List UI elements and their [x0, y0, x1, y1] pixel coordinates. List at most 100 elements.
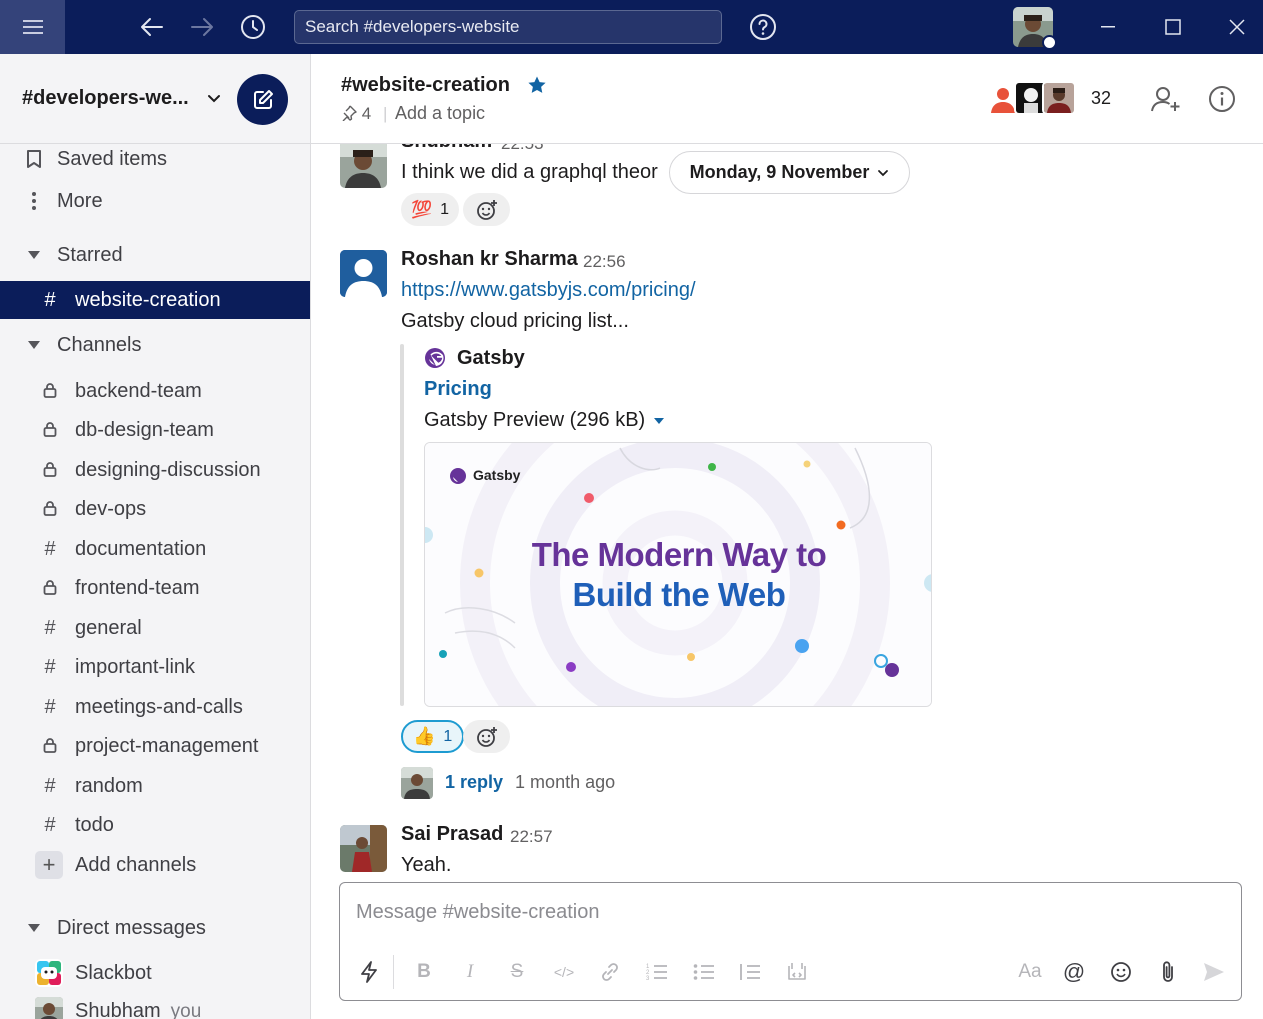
star-icon[interactable] — [527, 75, 547, 100]
more-vertical-icon — [22, 189, 46, 213]
sidebar-item-todo[interactable]: # todo — [0, 807, 310, 845]
link-preview-image[interactable]: Gatsby The Modern Way to Build the Web — [424, 442, 932, 707]
avatar[interactable] — [340, 250, 387, 297]
svg-text:3: 3 — [646, 976, 650, 981]
mention-icon[interactable]: @ — [1061, 959, 1087, 985]
sidebar-item-website-creation[interactable]: # website-creation — [0, 281, 310, 319]
code-icon[interactable]: </> — [551, 959, 577, 985]
member-count[interactable]: 32 — [1091, 88, 1111, 109]
sidebar-item-dev-ops[interactable]: dev-ops — [0, 491, 310, 529]
lock-icon — [40, 497, 60, 522]
bold-icon[interactable]: B — [411, 959, 437, 985]
dm-item-slackbot[interactable]: Slackbot — [0, 954, 310, 992]
message-list: Shubham 22:53 I think we did a graphql t… — [311, 144, 1263, 879]
avatar — [401, 766, 433, 799]
message-composer[interactable]: Message #website-creation B I S </> 123 … — [339, 882, 1242, 1001]
ordered-list-icon[interactable]: 123 — [644, 959, 670, 985]
message-author[interactable]: Sai Prasad — [401, 823, 503, 846]
workspace-name[interactable]: #developers-we... — [22, 87, 189, 110]
italic-icon[interactable]: I — [457, 959, 483, 985]
sidebar-item-frontend-team[interactable]: frontend-team — [0, 570, 310, 608]
message-time[interactable]: 22:53 — [501, 144, 544, 154]
sidebar-item-label: todo — [75, 814, 114, 836]
sidebar-item-documentation[interactable]: # documentation — [0, 530, 310, 568]
message-time[interactable]: 22:57 — [510, 827, 553, 847]
strikethrough-icon[interactable]: S — [504, 959, 530, 985]
thread-replies[interactable]: 1 reply 1 month ago — [401, 766, 615, 799]
sidebar-item-label: important-link — [75, 656, 196, 678]
avatar[interactable] — [340, 825, 387, 872]
sidebar-item-db-design-team[interactable]: db-design-team — [0, 412, 310, 450]
pinned-count[interactable]: 4 — [341, 104, 371, 124]
close-icon[interactable] — [1222, 12, 1252, 42]
sidebar-item-project-management[interactable]: project-management — [0, 728, 310, 766]
sidebar-item-backend-team[interactable]: backend-team — [0, 372, 310, 410]
chevron-down-icon[interactable] — [206, 90, 222, 111]
shortcuts-lightning-icon[interactable] — [356, 959, 382, 985]
link-icon[interactable] — [597, 959, 623, 985]
sidebar-item-label: dev-ops — [75, 498, 147, 520]
sidebar-item-label: Shubham — [75, 999, 161, 1019]
sidebar-item-saved[interactable]: Saved items — [0, 140, 310, 178]
attachment-icon[interactable] — [1155, 959, 1181, 985]
pin-icon — [342, 105, 357, 122]
add-reaction-button[interactable] — [463, 193, 510, 226]
emoji-icon[interactable] — [1108, 959, 1134, 985]
sidebar-item-random[interactable]: # random — [0, 767, 310, 805]
section-channels-toggle[interactable]: Channels — [0, 326, 310, 364]
sidebar-item-label: general — [75, 616, 142, 639]
sidebar-item-label: designing-discussion — [75, 458, 261, 481]
section-starred-toggle[interactable]: Starred — [0, 236, 310, 274]
bulleted-list-icon[interactable] — [691, 959, 717, 985]
sidebar-item-more[interactable]: More — [0, 182, 310, 220]
message-author[interactable]: Roshan kr Sharma — [401, 248, 578, 271]
add-member-icon[interactable] — [1149, 82, 1183, 116]
message-time[interactable]: 22:56 — [583, 252, 626, 272]
channel-title[interactable]: #website-creation — [341, 74, 510, 97]
channel-info-icon[interactable] — [1205, 82, 1239, 116]
message-input[interactable]: Message #website-creation — [356, 901, 599, 924]
message-author[interactable]: Shubham — [401, 144, 492, 153]
reply-count-link[interactable]: 1 reply — [445, 772, 503, 793]
date-divider-button[interactable]: Monday, 9 November — [669, 151, 910, 194]
reaction-100[interactable]: 💯 1 — [401, 193, 460, 226]
back-arrow-icon[interactable] — [138, 13, 166, 41]
divider: | — [383, 104, 388, 123]
caret-down-icon[interactable] — [653, 416, 665, 426]
history-clock-icon[interactable] — [239, 13, 267, 41]
help-icon[interactable] — [749, 13, 777, 41]
message-link[interactable]: https://www.gatsbyjs.com/pricing/ — [401, 279, 696, 302]
reaction-count: 1 — [443, 727, 453, 745]
preview-headline: The Modern Way to Build the Web — [425, 535, 931, 615]
unfurl-preview-label[interactable]: Gatsby Preview (296 kB) — [424, 409, 665, 432]
sidebar-item-important-link[interactable]: # important-link — [0, 649, 310, 687]
sidebar-item-general[interactable]: # general — [0, 609, 310, 647]
code-block-icon[interactable] — [784, 959, 810, 985]
maximize-icon[interactable] — [1158, 12, 1188, 42]
menu-icon[interactable] — [0, 0, 65, 54]
sidebar-item-label: Add channels — [75, 853, 197, 876]
member-avatars[interactable] — [986, 81, 1076, 117]
add-topic-link[interactable]: Add a topic — [395, 103, 485, 124]
section-header: Starred — [57, 243, 123, 266]
unfurl-title-link[interactable]: Pricing — [424, 378, 492, 401]
dm-item-shubham[interactable]: Shubham you — [0, 992, 310, 1019]
forward-arrow-icon[interactable] — [188, 13, 216, 41]
avatar — [1042, 81, 1076, 115]
add-reaction-button[interactable] — [463, 720, 510, 753]
sidebar-item-label: More — [57, 189, 103, 212]
add-channels-button[interactable]: + Add channels — [0, 846, 310, 884]
formatting-toggle-icon[interactable]: Aa — [1015, 959, 1045, 985]
avatar[interactable] — [340, 144, 387, 188]
reaction-thumbsup[interactable]: 👍 1 — [401, 720, 465, 753]
section-dm-toggle[interactable]: Direct messages — [0, 909, 310, 947]
blockquote-icon[interactable] — [737, 959, 763, 985]
compose-button[interactable] — [237, 74, 288, 125]
hash-icon: # — [44, 774, 56, 797]
sidebar-item-meetings-and-calls[interactable]: # meetings-and-calls — [0, 688, 310, 726]
avatar — [35, 997, 63, 1019]
send-icon[interactable] — [1201, 959, 1227, 985]
search-input[interactable]: Search #developers-website — [294, 10, 722, 44]
sidebar-item-designing-discussion[interactable]: designing-discussion — [0, 451, 310, 489]
minimize-icon[interactable] — [1093, 12, 1123, 42]
